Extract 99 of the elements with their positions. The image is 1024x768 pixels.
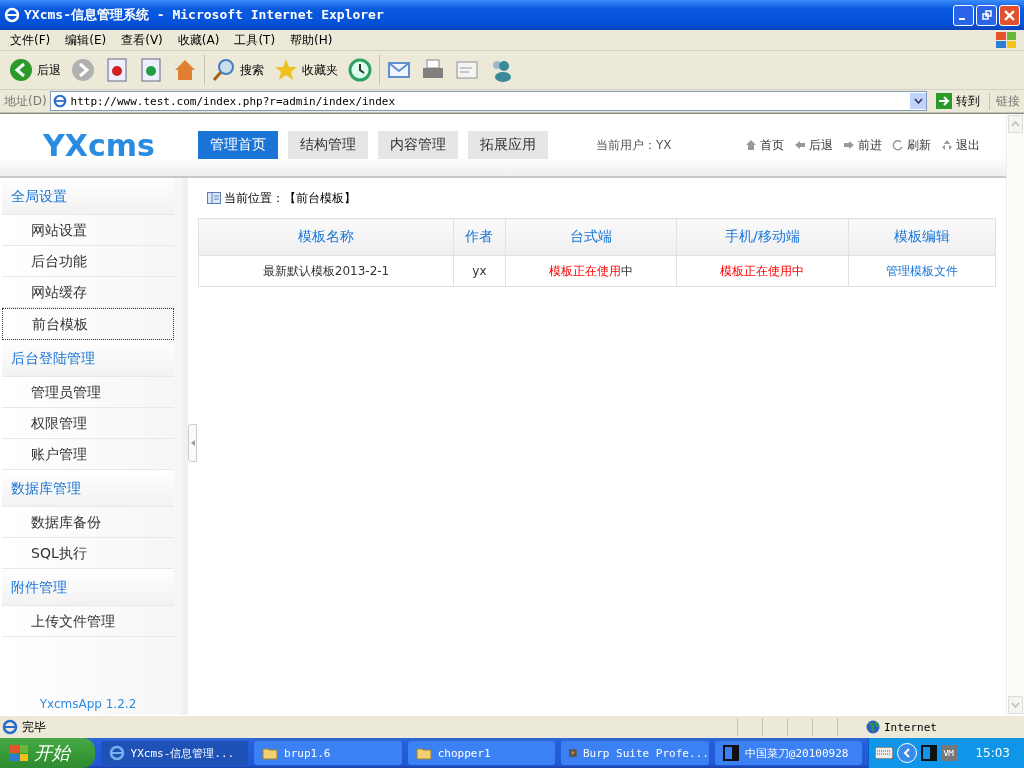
menu-item[interactable]: 帮助(H) bbox=[284, 31, 342, 49]
caret-left-icon bbox=[190, 440, 195, 446]
chevron-down-icon bbox=[1011, 702, 1020, 708]
window-icon bbox=[722, 745, 739, 761]
star-icon bbox=[274, 58, 298, 82]
window-icon bbox=[921, 745, 938, 761]
sidebar-item[interactable]: 上传文件管理 bbox=[2, 606, 174, 637]
refresh-link[interactable]: 刷新 bbox=[892, 136, 931, 154]
chevron-down-icon bbox=[913, 98, 923, 104]
vm-icon bbox=[941, 745, 958, 761]
clock-icon bbox=[348, 58, 372, 82]
sidebar-group-title[interactable]: 附件管理 bbox=[2, 569, 174, 606]
refresh-icon bbox=[892, 139, 904, 151]
menu-item[interactable]: 工具(T) bbox=[228, 31, 285, 49]
address-field[interactable]: http://www.test.com/index.php?r=admin/index/index bbox=[49, 91, 927, 111]
browser-icon bbox=[108, 745, 125, 761]
nav-tab[interactable]: 管理首页 bbox=[198, 131, 278, 159]
breadcrumb: 当前位置：【前台模板】 bbox=[224, 189, 356, 207]
favorites-button[interactable]: 收藏夹 bbox=[271, 56, 341, 84]
address-label: 地址(D) bbox=[4, 92, 47, 110]
zone-text: Internet bbox=[884, 720, 938, 734]
table-cell: 最新默认模板2013-2-1 bbox=[262, 263, 390, 278]
home-link[interactable]: 首页 bbox=[745, 136, 784, 154]
minimize-button[interactable] bbox=[953, 4, 974, 26]
sidebar-group-title[interactable]: 全局设置 bbox=[2, 178, 174, 215]
house-icon bbox=[173, 58, 197, 82]
right-arrow-icon bbox=[936, 93, 952, 109]
back-link[interactable]: 后退 bbox=[794, 136, 833, 154]
column-header: 作者 bbox=[453, 218, 506, 256]
scroll-up-button[interactable] bbox=[1008, 115, 1023, 133]
recycle-icon bbox=[941, 139, 953, 151]
stop-icon bbox=[105, 58, 129, 82]
folder-icon bbox=[415, 745, 432, 761]
collapse-handle[interactable] bbox=[188, 424, 197, 462]
search-button[interactable]: 搜索 bbox=[209, 56, 267, 84]
menu-item[interactable]: 编辑(E) bbox=[59, 31, 116, 49]
taskbar-item[interactable]: 中国菜刀@20100928 bbox=[714, 741, 863, 765]
version-text: YxcmsApp 1.2.2 bbox=[38, 697, 138, 713]
keyboard-icon bbox=[875, 747, 894, 759]
house-icon bbox=[745, 139, 757, 151]
nav-tab[interactable]: 拓展应用 bbox=[468, 131, 548, 159]
column-header: 台式端 bbox=[505, 218, 677, 256]
sidebar-item[interactable]: 网站设置 bbox=[2, 215, 174, 246]
close-icon bbox=[1004, 9, 1015, 21]
left-arrow-icon bbox=[794, 139, 806, 151]
taskbar-item[interactable]: brup1.6 bbox=[254, 741, 402, 765]
search-icon bbox=[212, 58, 236, 82]
logo: YXcms bbox=[42, 127, 156, 163]
list-icon bbox=[207, 192, 221, 204]
restore-icon bbox=[981, 10, 992, 20]
refresh-icon bbox=[139, 58, 163, 82]
scroll-down-button[interactable] bbox=[1008, 696, 1023, 714]
start-button[interactable]: 开始 bbox=[0, 738, 95, 768]
page-icon bbox=[52, 94, 67, 108]
column-header: 模板名称 bbox=[198, 218, 454, 256]
document-icon bbox=[455, 58, 479, 82]
forward-link[interactable]: 前进 bbox=[843, 136, 882, 154]
show-hidden-icons-button[interactable] bbox=[897, 743, 918, 763]
minimize-icon bbox=[958, 18, 965, 20]
page-icon bbox=[2, 719, 18, 735]
logout-link[interactable]: 退出 bbox=[941, 136, 980, 154]
table-cell: yx bbox=[472, 264, 487, 278]
sidebar-item[interactable]: 后台功能 bbox=[2, 246, 174, 277]
sidebar-item[interactable]: 网站缓存 bbox=[2, 277, 174, 308]
window-title: YXcms-信息管理系统 - Microsoft Internet Explorer bbox=[24, 6, 384, 24]
menu-item[interactable]: 查看(V) bbox=[115, 31, 172, 49]
globe-icon bbox=[866, 720, 880, 734]
back-button[interactable]: 后退 bbox=[6, 56, 64, 84]
status-text: 完毕 bbox=[22, 718, 46, 736]
nav-tab[interactable]: 结构管理 bbox=[288, 131, 368, 159]
sidebar-group-title[interactable]: 数据库管理 bbox=[2, 470, 174, 507]
links-button[interactable]: 链接 bbox=[989, 92, 1020, 110]
dropdown-button[interactable] bbox=[910, 93, 926, 109]
sidebar-item[interactable]: 数据库备份 bbox=[2, 507, 174, 538]
windows-flag-icon bbox=[10, 745, 28, 761]
taskbar-item[interactable]: YXcms-信息管理... bbox=[100, 741, 249, 765]
clock: 15:03 bbox=[975, 746, 1010, 760]
chevron-up-icon bbox=[1011, 121, 1020, 127]
status-text: 模板正在使用中 bbox=[720, 263, 805, 278]
go-button[interactable]: 转到 bbox=[930, 92, 986, 110]
column-header: 模板编辑 bbox=[848, 218, 996, 256]
restore-button[interactable] bbox=[976, 4, 997, 26]
browser-icon bbox=[4, 7, 20, 23]
sidebar-item[interactable]: 权限管理 bbox=[2, 408, 174, 439]
menu-item[interactable]: 文件(F) bbox=[4, 31, 60, 49]
chevron-left-icon bbox=[903, 748, 912, 758]
windows-flag-icon bbox=[996, 32, 1016, 48]
menu-item[interactable]: 收藏(A) bbox=[171, 31, 229, 49]
column-header: 手机/移动端 bbox=[676, 218, 848, 256]
current-user: 当前用户：YX bbox=[596, 136, 672, 154]
status-text: 模板正在使用中 bbox=[549, 263, 633, 278]
sidebar-item[interactable]: 管理员管理 bbox=[2, 377, 174, 408]
taskbar-item[interactable]: chopper1 bbox=[407, 741, 556, 765]
close-button[interactable] bbox=[999, 4, 1020, 26]
right-arrow-icon bbox=[843, 139, 855, 151]
nav-tab[interactable]: 内容管理 bbox=[378, 131, 458, 159]
taskbar-item[interactable]: Burp Suite Profe... bbox=[561, 741, 709, 765]
folder-icon bbox=[262, 745, 279, 761]
sidebar-group-title[interactable]: 后台登陆管理 bbox=[2, 340, 174, 377]
